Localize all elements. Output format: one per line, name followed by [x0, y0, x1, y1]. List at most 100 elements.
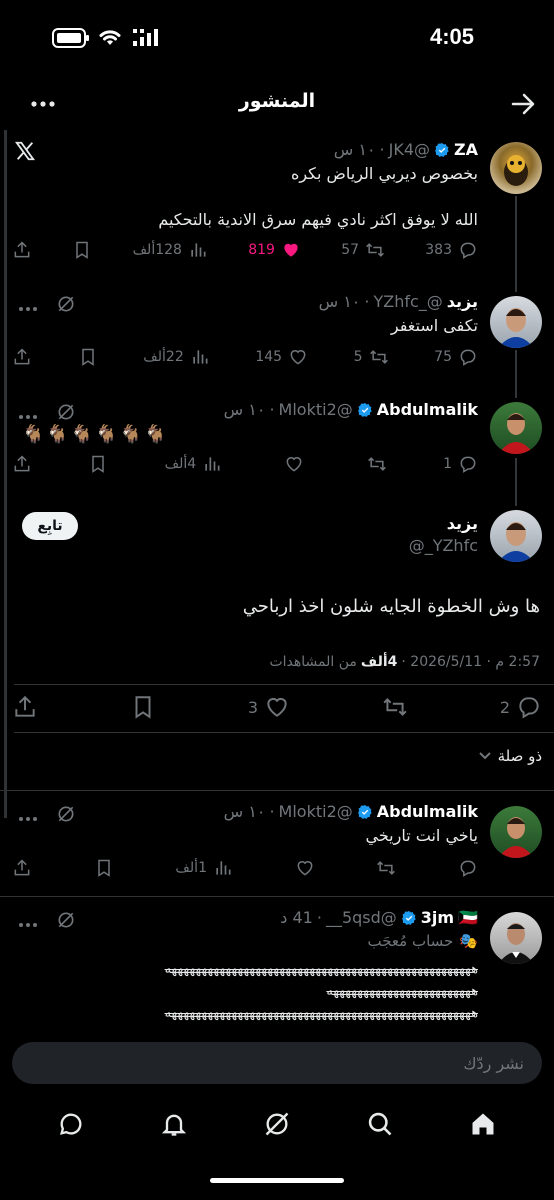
author-handle[interactable]: @JK4 [389, 140, 430, 159]
share-button[interactable] [12, 347, 32, 367]
author-handle[interactable]: @Mlokti2 [279, 802, 353, 821]
reply-compose[interactable] [12, 1042, 542, 1084]
share-button[interactable] [12, 240, 32, 260]
home-icon[interactable] [469, 1110, 497, 1142]
tweet-top-icons [18, 910, 76, 934]
dot-separator: · [364, 292, 370, 311]
views-button[interactable]: 22ألف [143, 347, 209, 367]
bottom-nav [0, 1100, 554, 1152]
share-button[interactable] [12, 694, 38, 720]
avatar[interactable] [490, 402, 542, 454]
avatar[interactable] [490, 806, 542, 858]
views-icon [193, 350, 208, 364]
like-button[interactable]: 145 [255, 347, 308, 367]
author-handle[interactable]: @_YZhfc [409, 536, 478, 555]
divider [14, 684, 554, 685]
share-icon [15, 695, 35, 717]
heart-filled-icon [284, 243, 298, 257]
follow-button[interactable]: تابِع [22, 512, 78, 540]
tweet-header: يزيد @_YZhfc · ١٠ س [319, 292, 478, 311]
search-icon[interactable] [366, 1110, 394, 1142]
more-icon[interactable] [18, 405, 38, 424]
bookmark-button[interactable] [78, 347, 98, 367]
tweet-text: الله لا يوفق اكثر نادي فيهم سرق الاندية … [158, 210, 478, 229]
grok-icon[interactable] [56, 804, 76, 828]
like-button[interactable] [278, 454, 304, 474]
author-name[interactable]: Abdulmalik [377, 802, 478, 821]
reply-button[interactable]: 2 [500, 694, 542, 720]
share-icon [14, 241, 30, 258]
share-icon [14, 455, 30, 472]
retweet-icon [366, 243, 384, 257]
reply-button[interactable]: 383 [425, 240, 478, 260]
reply-button[interactable]: 75 [434, 347, 478, 367]
verified-badge-icon [357, 402, 373, 418]
share-button[interactable] [12, 858, 32, 878]
tweet-text: ههههههههههههههههههههههههه [326, 984, 478, 999]
bookmark-button[interactable] [88, 454, 108, 474]
author-handle[interactable]: @_YZhfc [373, 292, 442, 311]
wifi-icon [97, 27, 123, 51]
tweet-header: Abdulmalik @Mlokti2 · ١٠ س [224, 400, 478, 419]
retweet-button[interactable]: 57 [341, 240, 385, 260]
dot-separator: · [269, 802, 275, 821]
author-name[interactable]: Abdulmalik [377, 400, 478, 419]
avatar[interactable] [490, 912, 542, 964]
views-button[interactable]: 1ألف [175, 858, 233, 878]
share-button[interactable] [12, 454, 32, 474]
thread-line [515, 350, 517, 398]
views-label: من المشاهدات [269, 654, 357, 670]
grok-icon[interactable] [56, 910, 76, 934]
tweet-actions: 1ألف [12, 856, 478, 880]
reply-icon [460, 860, 476, 877]
heart-icon [297, 861, 313, 876]
author-handle[interactable]: @Mlokti2 [279, 400, 353, 419]
fan-account-label: 🎭 حساب مُعجَب [367, 932, 478, 950]
flag-icon: 🇰🇼 [458, 908, 478, 927]
bookmark-button[interactable] [72, 240, 92, 260]
more-icon[interactable] [18, 913, 38, 932]
author-handle[interactable]: @5qsd__ [326, 908, 397, 927]
grok-icon[interactable] [263, 1110, 291, 1142]
tweet-text: 🐐🐐🐐🐐🐐🐐 [22, 424, 169, 445]
avatar[interactable] [490, 510, 542, 562]
divider [0, 790, 554, 791]
author-name[interactable]: يزيد [447, 292, 478, 311]
more-icon[interactable] [18, 807, 38, 826]
bookmark-button[interactable] [94, 858, 114, 878]
author-name[interactable]: 3jm [421, 908, 454, 927]
tweet-header: Abdulmalik @Mlokti2 · ١٠ س [224, 802, 478, 821]
author-name[interactable]: يزيد [447, 514, 478, 533]
retweet-button[interactable]: 5 [354, 347, 389, 367]
messages-icon[interactable] [57, 1110, 85, 1142]
avatar[interactable] [490, 296, 542, 348]
reply-button[interactable]: 1 [443, 454, 478, 474]
like-button[interactable] [295, 858, 315, 878]
reply-input[interactable] [12, 1042, 542, 1084]
grok-icon[interactable] [56, 402, 76, 426]
battery-icon [52, 28, 90, 52]
chevron-down-icon [478, 747, 492, 765]
views-button[interactable]: 128ألف [133, 240, 208, 260]
tweet-header: ZA @JK4 · ١٠ س [334, 140, 478, 159]
retweet-button[interactable] [361, 454, 387, 474]
author-name[interactable]: ZA [454, 140, 478, 159]
related-toggle[interactable]: ذو صلة [478, 747, 542, 765]
grok-icon[interactable] [56, 294, 76, 318]
back-arrow-icon[interactable] [510, 92, 536, 120]
like-button[interactable]: 819 [248, 240, 301, 260]
views-count: 4ألف [360, 654, 398, 670]
views-button[interactable]: 4ألف [165, 454, 223, 474]
dot-separator: · [269, 400, 275, 419]
retweet-button[interactable] [382, 694, 408, 720]
retweet-button[interactable] [376, 858, 396, 878]
avatar[interactable] [490, 142, 542, 194]
post-time: ١٠ س [223, 400, 266, 419]
share-icon [14, 348, 30, 365]
notifications-icon[interactable] [160, 1110, 188, 1142]
bookmark-button[interactable] [130, 694, 156, 720]
more-icon[interactable] [18, 297, 38, 316]
reply-icon [460, 242, 476, 259]
like-button[interactable]: 3 [248, 694, 290, 720]
reply-button[interactable] [458, 858, 478, 878]
